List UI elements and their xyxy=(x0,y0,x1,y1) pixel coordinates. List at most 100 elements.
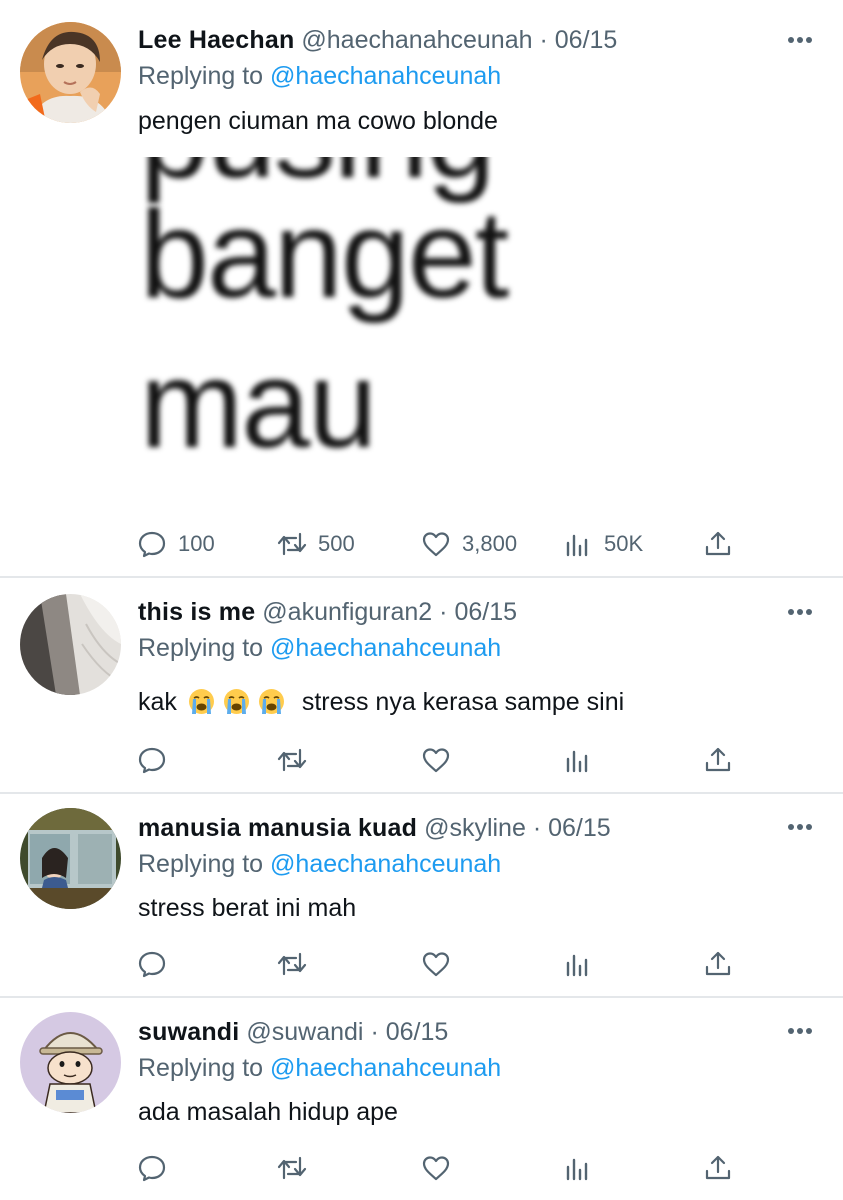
tweet-text: kak stress nya kerasa sampe sini xyxy=(138,684,624,720)
tweet-actions xyxy=(136,948,736,980)
avatar[interactable] xyxy=(20,808,121,909)
share-button[interactable] xyxy=(702,1152,734,1184)
replying-handle-link[interactable]: @haechanahceunah xyxy=(270,1054,501,1082)
reply-button[interactable] xyxy=(136,1152,168,1184)
retweet-count: 500 xyxy=(318,531,355,556)
like-button[interactable] xyxy=(420,744,452,776)
divider xyxy=(0,996,843,998)
separator-dot: · xyxy=(439,598,448,626)
tweet-actions: 100 500 3,800 50K xyxy=(136,528,736,560)
replying-to: Replying to @haechanahceunah xyxy=(138,1050,501,1086)
reply-button[interactable] xyxy=(136,948,168,980)
more-icon[interactable] xyxy=(787,1027,813,1035)
views-button[interactable]: 50K xyxy=(562,528,643,560)
like-button[interactable] xyxy=(420,948,452,980)
retweet-icon xyxy=(276,744,308,776)
replying-prefix: Replying to xyxy=(138,62,264,90)
like-count: 3,800 xyxy=(462,531,518,556)
loudly-crying-face-emoji xyxy=(188,688,215,715)
share-icon xyxy=(702,744,734,776)
more-icon[interactable] xyxy=(787,823,813,831)
replying-prefix: Replying to xyxy=(138,1054,264,1082)
tweet-text: ada masalah hidup ape xyxy=(138,1098,398,1126)
tweet-lee-haechan[interactable]: Lee Haechan @haechanahceunah · 06/15 Rep… xyxy=(0,18,843,578)
replying-handle-link[interactable]: @haechanahceunah xyxy=(270,62,501,90)
media-text-line-2: banget xyxy=(140,186,509,324)
share-button[interactable] xyxy=(702,948,734,980)
retweet-button[interactable] xyxy=(276,1152,308,1184)
tweet-date[interactable]: 06/15 xyxy=(386,1018,449,1046)
views-icon xyxy=(562,948,594,980)
share-icon xyxy=(702,528,734,560)
like-button[interactable] xyxy=(420,1152,452,1184)
views-button[interactable] xyxy=(562,744,594,776)
views-icon xyxy=(562,1152,594,1184)
reply-feed: Lee Haechan @haechanahceunah · 06/15 Rep… xyxy=(0,0,843,1200)
display-name[interactable]: this is me xyxy=(138,598,255,626)
user-handle[interactable]: @skyline xyxy=(424,814,526,842)
tweet-header: suwandi @suwandi · 06/15 xyxy=(138,1014,448,1050)
views-count: 50K xyxy=(604,531,644,556)
like-icon xyxy=(420,948,452,980)
tweet-date[interactable]: 06/15 xyxy=(454,598,517,626)
separator-dot: · xyxy=(532,814,542,842)
replying-prefix: Replying to xyxy=(138,850,264,878)
avatar[interactable] xyxy=(20,594,121,695)
avatar[interactable] xyxy=(20,1012,121,1113)
user-handle[interactable]: @haechanahceunah xyxy=(301,26,532,54)
tweet-actions xyxy=(136,744,736,776)
views-icon xyxy=(562,528,594,560)
retweet-button[interactable]: 500 xyxy=(276,528,355,560)
reply-count: 100 xyxy=(178,531,215,556)
tweet-header: manusia manusia kuad @skyline · 06/15 xyxy=(138,810,611,846)
tweet-date[interactable]: 06/15 xyxy=(548,814,611,842)
more-icon[interactable] xyxy=(787,36,813,44)
media-text-line-3: mau xyxy=(140,336,377,474)
retweet-icon xyxy=(276,528,308,560)
share-button[interactable] xyxy=(702,528,734,560)
share-icon xyxy=(702,1152,734,1184)
views-button[interactable] xyxy=(562,1152,594,1184)
retweet-icon xyxy=(276,948,308,980)
tweet-header: Lee Haechan @haechanahceunah · 06/15 xyxy=(138,22,617,58)
views-button[interactable] xyxy=(562,948,594,980)
retweet-icon xyxy=(276,1152,308,1184)
avatar[interactable] xyxy=(20,22,121,123)
reply-button[interactable] xyxy=(136,744,168,776)
tweet-suwandi[interactable]: suwandi @suwandi · 06/15 Replying to @ha… xyxy=(0,1010,843,1200)
like-icon xyxy=(420,1152,452,1184)
like-button[interactable]: 3,800 xyxy=(420,528,517,560)
tweet-header: this is me @akunfiguran2 · 06/15 xyxy=(138,594,517,630)
tweet-text: stress berat ini mah xyxy=(138,894,357,922)
loudly-crying-face-emoji xyxy=(258,688,285,715)
replying-handle-link[interactable]: @haechanahceunah xyxy=(270,850,501,878)
reply-icon xyxy=(136,948,168,980)
views-icon xyxy=(562,744,594,776)
separator-dot: · xyxy=(370,1018,379,1046)
replying-handle-link[interactable]: @haechanahceunah xyxy=(270,634,501,662)
tweet-text-suffix: stress nya kerasa sampe sini xyxy=(301,688,625,716)
tweet-this-is-me[interactable]: this is me @akunfiguran2 · 06/15 Replyin… xyxy=(0,590,843,790)
retweet-button[interactable] xyxy=(276,948,308,980)
divider xyxy=(0,576,843,578)
reply-button[interactable]: 100 xyxy=(136,528,215,560)
share-button[interactable] xyxy=(702,744,734,776)
user-handle[interactable]: @akunfiguran2 xyxy=(262,598,432,626)
reply-icon xyxy=(136,1152,168,1184)
like-icon xyxy=(420,744,452,776)
tweet-manusia-manusia-kuad[interactable]: manusia manusia kuad @skyline · 06/15 Re… xyxy=(0,806,843,996)
user-handle[interactable]: @suwandi xyxy=(246,1018,363,1046)
reply-icon xyxy=(136,528,168,560)
tweet-text: pengen ciuman ma cowo blonde xyxy=(138,107,498,135)
display-name[interactable]: suwandi xyxy=(138,1018,239,1046)
tweet-media-image[interactable]: pusing banget mau xyxy=(138,157,568,507)
tweet-text-prefix: kak xyxy=(138,688,177,716)
separator-dot: · xyxy=(539,26,548,54)
display-name[interactable]: Lee Haechan xyxy=(138,26,294,54)
replying-to: Replying to @haechanahceunah xyxy=(138,846,501,882)
retweet-button[interactable] xyxy=(276,744,308,776)
more-icon[interactable] xyxy=(787,608,813,616)
display-name[interactable]: manusia manusia kuad xyxy=(138,814,417,842)
tweet-actions xyxy=(136,1152,736,1184)
tweet-date[interactable]: 06/15 xyxy=(555,26,618,54)
